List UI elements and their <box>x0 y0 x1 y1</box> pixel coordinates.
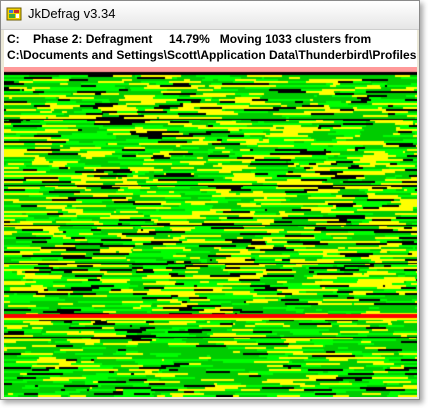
jkdefrag-app-icon[interactable] <box>6 6 22 22</box>
status-panel: C: Phase 2: Defragment 14.79% Moving 103… <box>4 30 417 67</box>
title-bar[interactable]: JkDefrag v3.34 <box>1 1 419 30</box>
status-line-file-path: C:\Documents and Settings\Scott\Applicat… <box>7 48 417 62</box>
disk-cluster-map <box>4 67 417 397</box>
window-title: JkDefrag v3.34 <box>28 6 116 21</box>
jkdefrag-window: JkDefrag v3.34 C: Phase 2: Defragment 14… <box>0 0 420 400</box>
status-line-phase: C: Phase 2: Defragment 14.79% Moving 103… <box>7 32 372 46</box>
